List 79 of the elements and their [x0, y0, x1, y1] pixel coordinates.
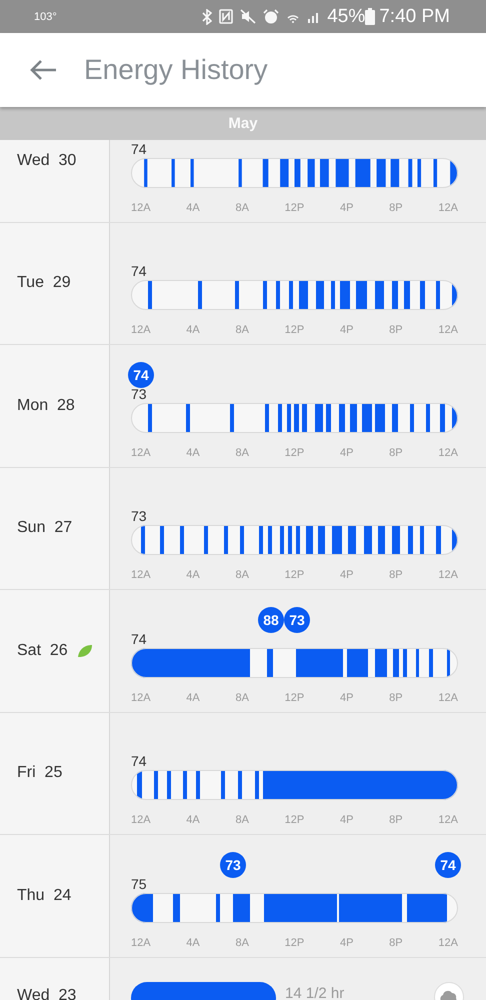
temperature-badge[interactable]: 88 — [258, 607, 284, 633]
day-label: Fri 25 — [17, 764, 62, 782]
time-tick: 12A — [131, 200, 151, 214]
day-label: Wed 23 — [17, 986, 76, 1000]
time-tick: 4P — [340, 690, 354, 704]
temperature-badge[interactable]: 74 — [128, 362, 154, 388]
time-tick: 12A — [131, 446, 151, 460]
time-tick: 12A — [438, 690, 458, 704]
time-tick: 12A — [438, 813, 458, 827]
time-tick: 4A — [186, 936, 200, 950]
temperature-text: 103° — [34, 10, 57, 22]
time-tick: 12P — [284, 323, 304, 337]
time-tick: 8A — [235, 936, 249, 950]
day-label: Tue 29 — [17, 274, 71, 292]
duration-text: 14 1/2 hr — [285, 986, 344, 1000]
nfc-icon — [219, 9, 234, 24]
time-tick: 8P — [389, 446, 403, 460]
time-tick: 4A — [186, 690, 200, 704]
temperature-label: 74 — [131, 263, 147, 279]
bluetooth-icon — [202, 8, 212, 24]
time-tick: 12P — [284, 936, 304, 950]
time-tick: 12A — [131, 568, 151, 582]
time-tick: 4A — [186, 323, 200, 337]
temperature-label: 73 — [131, 386, 147, 402]
time-tick: 12A — [131, 813, 151, 827]
time-tick: 12P — [284, 446, 304, 460]
time-tick: 12A — [131, 690, 151, 704]
time-tick: 4P — [340, 200, 354, 214]
day-label: Wed 30 — [17, 152, 76, 170]
time-tick: 8A — [235, 813, 249, 827]
time-tick: 4P — [340, 446, 354, 460]
time-tick: 12A — [438, 936, 458, 950]
time-tick: 4A — [186, 446, 200, 460]
time-tick: 4A — [186, 200, 200, 214]
time-tick: 8A — [235, 323, 249, 337]
time-tick: 8A — [235, 568, 249, 582]
time-tick: 12A — [438, 323, 458, 337]
day-label: Thu 24 — [17, 886, 72, 905]
time-tick: 4A — [186, 568, 200, 582]
time-tick: 12P — [284, 568, 304, 582]
temperature-badge[interactable]: 73 — [284, 607, 310, 633]
time-tick: 4P — [340, 568, 354, 582]
time-tick: 4A — [186, 813, 200, 827]
temperature-badge[interactable]: 73 — [220, 852, 246, 878]
day-label: Mon 28 — [17, 396, 75, 415]
time-tick: 8P — [389, 200, 403, 214]
time-tick: 8P — [389, 323, 403, 337]
time-tick: 4P — [340, 813, 354, 827]
battery-text: 45% — [327, 6, 366, 28]
time-tick: 8P — [389, 813, 403, 827]
time-tick: 8P — [389, 690, 403, 704]
time-tick: 4P — [340, 323, 354, 337]
time-tick: 12A — [438, 568, 458, 582]
temperature-label: 75 — [131, 876, 147, 892]
mute-icon — [240, 9, 256, 24]
temperature-label: 74 — [131, 753, 147, 769]
time-tick: 8A — [235, 690, 249, 704]
time-tick: 8A — [235, 446, 249, 460]
time-tick: 12P — [284, 690, 304, 704]
alarm-icon — [263, 9, 280, 24]
day-label: Sat 26 — [17, 642, 68, 660]
time-tick: 12P — [284, 200, 304, 214]
page-title: Energy History — [84, 54, 268, 86]
temperature-badge[interactable]: 74 — [435, 852, 461, 878]
time-tick: 12P — [284, 813, 304, 827]
temperature-label: 74 — [131, 140, 147, 156]
time-tick: 12A — [131, 936, 151, 950]
clock-time: 7:40 PM — [379, 6, 450, 28]
time-tick: 8P — [389, 568, 403, 582]
battery-icon — [365, 8, 376, 25]
time-tick: 8P — [389, 936, 403, 950]
temperature-label: 73 — [131, 508, 147, 524]
time-tick: 12A — [438, 446, 458, 460]
time-tick: 4P — [340, 936, 354, 950]
day-label: Sun 27 — [17, 519, 72, 538]
time-tick: 12A — [438, 200, 458, 214]
time-tick: 8A — [235, 200, 249, 214]
time-tick: 12A — [131, 323, 151, 337]
temperature-label: 74 — [131, 630, 147, 646]
